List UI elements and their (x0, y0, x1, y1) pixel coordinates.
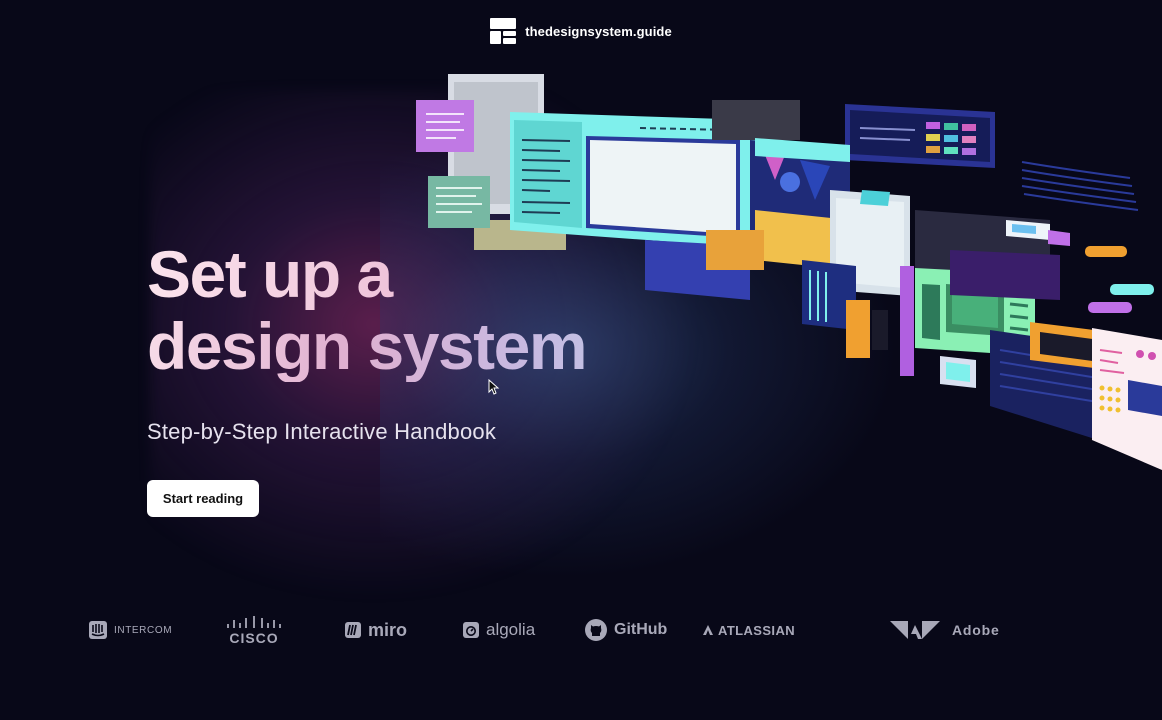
miro-logo: miro (344, 612, 407, 648)
intercom-icon (89, 621, 107, 639)
cisco-icon (227, 615, 281, 628)
algolia-name: algolia (486, 620, 536, 639)
algolia-icon (463, 622, 479, 638)
hero-title-line2: design system (147, 310, 707, 382)
hero-title-line1: Set up a (147, 238, 707, 310)
adobe-icon (890, 621, 940, 639)
github-logo: GitHub (584, 612, 667, 648)
start-reading-button[interactable]: Start reading (147, 480, 259, 517)
intercom-name: INTERCOM (114, 624, 173, 636)
customer-logos: INTERCOM CISCO miro algolia GitHub ATLAS… (0, 612, 1162, 648)
github-icon (585, 619, 607, 641)
atlassian-name: ATLASSIAN (718, 622, 796, 638)
site-header: thedesignsystem.guide (0, 18, 1162, 44)
cisco-name: CISCO (229, 629, 279, 646)
atlassian-logo: ATLASSIAN (702, 612, 795, 648)
mouse-pointer-icon (488, 379, 500, 395)
landing-page: thedesignsystem.guide Set up a design sy… (0, 0, 1162, 720)
atlassian-icon (703, 625, 713, 635)
intercom-logo: INTERCOM (88, 612, 172, 648)
github-name: GitHub (614, 621, 668, 638)
adobe-name: Adobe (952, 622, 1000, 638)
hero-subtitle: Step-by-Step Interactive Handbook (147, 419, 497, 444)
adobe-logo: Adobe (890, 612, 1000, 648)
miro-icon (345, 622, 361, 638)
cisco-logo: CISCO (226, 612, 282, 648)
hero-title: Set up a design system (147, 238, 707, 382)
miro-name: miro (368, 619, 408, 640)
layout-blocks-icon[interactable] (490, 18, 517, 44)
algolia-logo: algolia (462, 612, 535, 648)
site-name[interactable]: thedesignsystem.guide (525, 24, 672, 39)
